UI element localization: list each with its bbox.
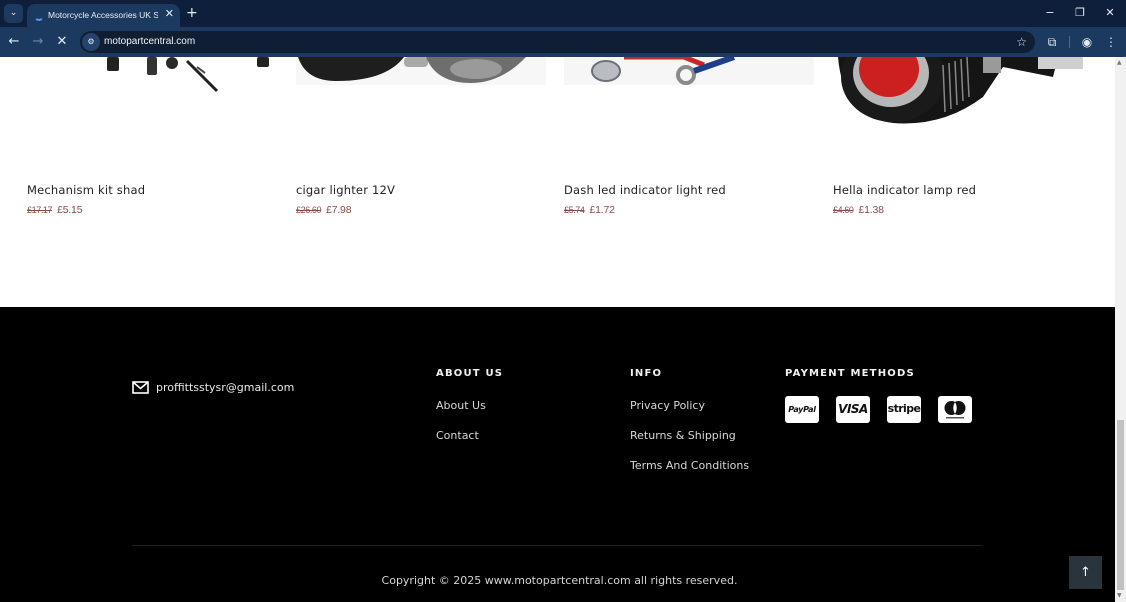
browser-toolbar: ← → ✕ ⚙ motopartcentral.com ☆ ⧉ ◉ ⋮ [0, 27, 1126, 57]
stop-loading-button[interactable]: ✕ [54, 34, 70, 50]
close-window-button[interactable]: ✕ [1100, 5, 1120, 21]
extensions-button[interactable]: ⧉ [1044, 34, 1060, 50]
footer-divider [132, 545, 983, 546]
site-info-button[interactable]: ⚙ [82, 33, 100, 51]
footer-link-about-us[interactable]: About Us [436, 398, 503, 414]
browser-tab-active[interactable]: Motorcycle Accessories UK Seller ✕ [27, 4, 180, 28]
product-price: £26.60 £7.98 [296, 203, 556, 217]
mail-icon [132, 381, 149, 394]
close-tab-button[interactable]: ✕ [165, 7, 174, 21]
scroll-down-arrow-icon[interactable]: ▼ [1117, 592, 1122, 600]
original-price: £26.60 [296, 205, 322, 215]
sale-price: £1.72 [589, 204, 615, 216]
product-card: Mechanism kit shad £17.17 £5.15 [27, 181, 287, 217]
footer-heading: PAYMENT METHODS [785, 368, 915, 379]
product-image-hella-lamp[interactable] [833, 57, 1088, 167]
original-price: £4.60 [833, 205, 854, 215]
email-address[interactable]: proffittsstysr@gmail.com [156, 380, 294, 396]
sale-price: £7.98 [326, 204, 352, 216]
paypal-icon: PayPal [785, 396, 819, 423]
tab-search-button[interactable]: ⌄ [4, 4, 23, 23]
restore-button[interactable]: ❐ [1070, 5, 1090, 21]
footer-link-contact[interactable]: Contact [436, 428, 503, 444]
product-price: £5.74 £1.72 [564, 203, 824, 217]
page-scrollbar[interactable]: ▲ ▼ [1115, 57, 1126, 602]
payment-icons: PayPal VISA stripe [785, 396, 985, 423]
mastercard-icon [938, 396, 972, 423]
site-footer: proffittsstysr@gmail.com ABOUT US About … [0, 307, 1115, 602]
browser-tab-bar: ⌄ Motorcycle Accessories UK Seller ✕ + −… [0, 0, 1126, 28]
new-tab-button[interactable]: + [186, 5, 198, 21]
address-bar[interactable]: ⚙ motopartcentral.com ☆ [80, 31, 1035, 53]
product-card: Hella indicator lamp red £4.60 £1.38 [833, 181, 1093, 217]
page-viewport: Mechanism kit shad £17.17 £5.15 cigar li… [0, 57, 1115, 602]
product-image-mechanism-kit[interactable] [27, 57, 277, 167]
loading-spinner-icon [34, 11, 44, 21]
chevron-down-icon: ⌄ [9, 8, 18, 18]
sale-price: £5.15 [57, 204, 83, 216]
product-name[interactable]: Hella indicator lamp red [833, 181, 1093, 199]
sale-price: £1.38 [858, 204, 884, 216]
footer-link-returns-shipping[interactable]: Returns & Shipping [630, 428, 749, 444]
footer-about-column: ABOUT US About Us Contact [436, 367, 503, 458]
scrollbar-thumb[interactable] [1117, 420, 1124, 590]
back-to-top-button[interactable]: ↑ [1069, 556, 1102, 589]
footer-payment-column: PAYMENT METHODS PayPal VISA stripe [785, 367, 985, 423]
browser-menu-button[interactable]: ⋮ [1103, 34, 1119, 50]
product-card: Dash led indicator light red £5.74 £1.72 [564, 181, 824, 217]
original-price: £17.17 [27, 205, 53, 215]
product-image-cigar-lighter[interactable] [296, 57, 546, 167]
visa-icon: VISA [836, 396, 870, 423]
profile-button[interactable]: ◉ [1079, 34, 1095, 50]
minimize-button[interactable]: − [1040, 5, 1060, 21]
scroll-up-arrow-icon[interactable]: ▲ [1117, 59, 1122, 67]
product-name[interactable]: Dash led indicator light red [564, 181, 824, 199]
bookmark-star-button[interactable]: ☆ [1016, 34, 1027, 50]
footer-heading: INFO [630, 368, 663, 379]
toolbar-separator [1069, 36, 1070, 48]
footer-info-column: INFO Privacy Policy Returns & Shipping T… [630, 367, 749, 488]
arrow-up-icon: ↑ [1080, 565, 1091, 580]
original-price: £5.74 [564, 205, 585, 215]
product-name[interactable]: cigar lighter 12V [296, 181, 556, 199]
product-card: cigar lighter 12V £26.60 £7.98 [296, 181, 556, 217]
forward-button[interactable]: → [30, 34, 46, 50]
footer-link-privacy-policy[interactable]: Privacy Policy [630, 398, 749, 414]
product-name[interactable]: Mechanism kit shad [27, 181, 287, 199]
tab-title: Motorcycle Accessories UK Seller [48, 10, 158, 20]
footer-link-terms[interactable]: Terms And Conditions [630, 458, 749, 474]
tune-icon: ⚙ [87, 37, 95, 46]
product-price: £17.17 £5.15 [27, 203, 287, 217]
copyright-text: Copyright © 2025 www.motopartcentral.com… [381, 574, 738, 587]
product-price: £4.60 £1.38 [833, 203, 1093, 217]
footer-heading: ABOUT US [436, 368, 504, 379]
product-image-dash-led[interactable] [564, 57, 814, 167]
back-button[interactable]: ← [6, 34, 22, 50]
url-text[interactable]: motopartcentral.com [104, 35, 195, 49]
stripe-icon: stripe [887, 396, 921, 423]
